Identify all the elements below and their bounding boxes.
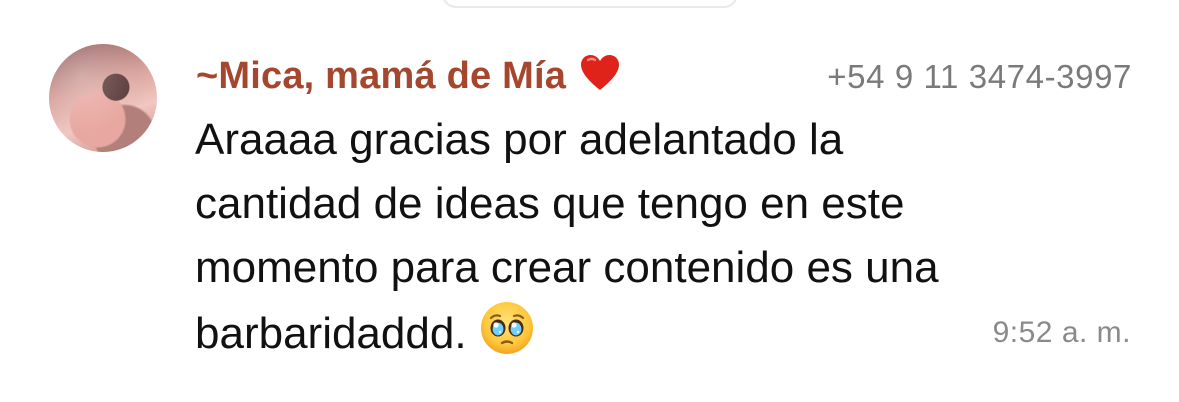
message-timestamp: 9:52 a. m. [992,316,1131,349]
message-line: barbaridaddd. [195,309,467,358]
sender-name[interactable]: ~Mica, mamá de Mía [196,55,566,97]
sender-phone[interactable]: +54 9 11 3474-3997 [827,58,1132,96]
message-line: cantidad de ideas que tengo en este [195,179,905,228]
red-heart-icon [580,54,620,102]
message-line: momento para crear contenido es una [195,243,939,292]
chat-message-screen: ~Mica, mamá de Mía +54 9 11 3474-3997 Ar… [0,0,1179,402]
message-line: Araaaa gracias por adelantado la [195,115,844,164]
message-line-last: barbaridaddd. [195,300,1095,374]
avatar[interactable] [49,44,157,152]
sender-name-container[interactable]: ~Mica, mamá de Mía [196,54,620,102]
message-header: ~Mica, mamá de Mía +54 9 11 3474-3997 [196,48,1136,102]
pleading-face-icon [479,300,535,374]
date-pill [442,0,738,8]
message-body[interactable]: Araaaa gracias por adelantado la cantida… [195,108,1095,374]
avatar-image [49,44,157,152]
